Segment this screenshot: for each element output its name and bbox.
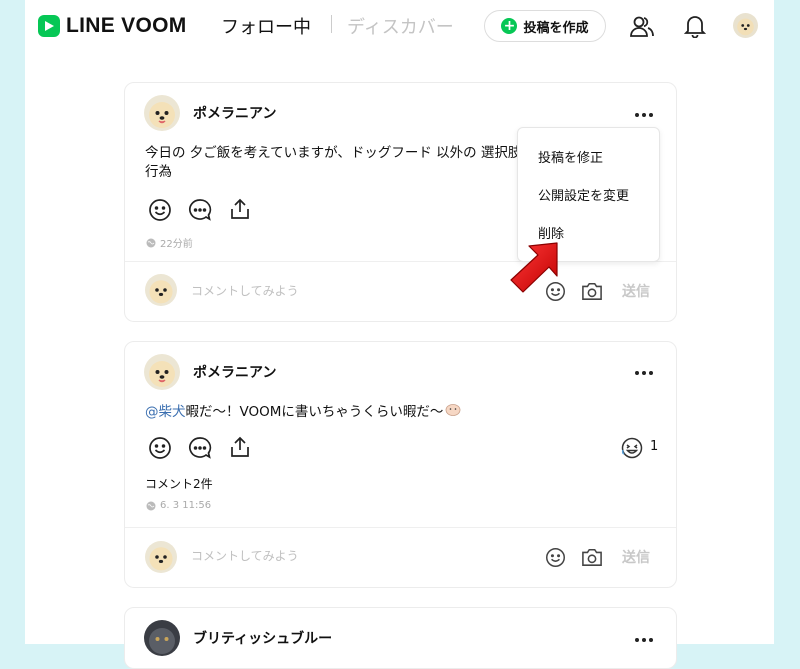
red-arrow-icon (507, 240, 567, 298)
plus-icon: + (501, 18, 518, 34)
user-avatar[interactable] (733, 13, 758, 38)
post-time: 6. 3 11:56 (160, 500, 212, 511)
bell-icon[interactable] (681, 12, 709, 40)
comment-icon[interactable] (186, 196, 214, 224)
send-button[interactable]: 送信 (622, 281, 650, 301)
camera-icon[interactable] (578, 277, 606, 305)
tab-discover[interactable]: ディスカバー (347, 13, 454, 39)
post-username[interactable]: ブリティッシュブルー (193, 628, 332, 648)
share-icon[interactable] (226, 433, 254, 461)
share-icon[interactable] (226, 195, 254, 223)
divider (125, 527, 676, 528)
comment-avatar (145, 541, 177, 573)
more-options-icon[interactable] (632, 363, 656, 383)
smile-reaction-icon[interactable] (146, 434, 174, 462)
dog-emoji-icon (445, 402, 461, 422)
post-time: 22分前 (160, 239, 193, 250)
menu-item-privacy[interactable]: 公開設定を変更 (538, 185, 629, 204)
camera-icon[interactable] (578, 543, 606, 571)
post-text: @柴犬 暇だ～！VOOMに書いちゃうくらい暇だ～ (145, 402, 585, 422)
tab-following[interactable]: フォロー中 (221, 13, 311, 39)
emoji-icon[interactable] (541, 543, 569, 571)
comment-input[interactable]: コメントしてみよう (191, 282, 299, 299)
comment-icon[interactable] (186, 434, 214, 462)
more-options-icon[interactable] (632, 105, 656, 125)
post-avatar[interactable] (144, 95, 180, 131)
post-meta: 6. 3 11:56 (146, 500, 211, 511)
friends-icon[interactable] (628, 12, 656, 40)
post-text-line: 行為 (145, 164, 172, 180)
comment-input[interactable]: コメントしてみよう (191, 547, 299, 564)
post-card: ポメラニアン @柴犬 暇だ～！VOOMに書いちゃうくらい暇だ～ 1 コメント2件… (124, 341, 677, 588)
post-card: ブリティッシュブルー (124, 607, 677, 669)
globe-icon (146, 238, 156, 247)
menu-item-edit[interactable]: 投稿を修正 (538, 147, 603, 166)
post-username[interactable]: ポメラニアン (193, 362, 276, 382)
post-text-body: 暇だ～！VOOMに書いちゃうくらい暇だ～ (185, 403, 444, 420)
play-logo-icon (38, 15, 60, 37)
logo-text: LINE VOOM (66, 14, 187, 37)
laugh-reaction-icon[interactable] (618, 434, 646, 462)
more-options-icon[interactable] (632, 630, 656, 650)
send-button[interactable]: 送信 (622, 547, 650, 567)
post-text-line: 今日の 夕ご飯を考えていますが、ドッグフード 以外の 選択肢 (145, 145, 522, 161)
post-meta: 22分前 (146, 235, 193, 250)
smile-reaction-icon[interactable] (146, 196, 174, 224)
post-text: 今日の 夕ご飯を考えていますが、ドッグフード 以外の 選択肢 行為 (145, 144, 525, 182)
mention-link[interactable]: @柴犬 (145, 403, 186, 422)
reaction-count[interactable]: 1 (650, 439, 658, 454)
tab-separator (331, 15, 332, 33)
post-avatar[interactable] (144, 620, 180, 656)
create-post-button[interactable]: + 投稿を作成 (484, 10, 606, 42)
line-voom-logo[interactable]: LINE VOOM (38, 14, 187, 38)
top-header: LINE VOOM フォロー中 ディスカバー + 投稿を作成 (25, 0, 774, 52)
create-post-label: 投稿を作成 (523, 20, 589, 36)
globe-icon (146, 501, 156, 510)
page: LINE VOOM フォロー中 ディスカバー + 投稿を作成 ポメラニアン 今日… (25, 0, 774, 669)
comment-count-link[interactable]: コメント2件 (145, 475, 213, 492)
comment-avatar (145, 274, 177, 306)
post-username[interactable]: ポメラニアン (193, 103, 276, 123)
post-avatar[interactable] (144, 354, 180, 390)
